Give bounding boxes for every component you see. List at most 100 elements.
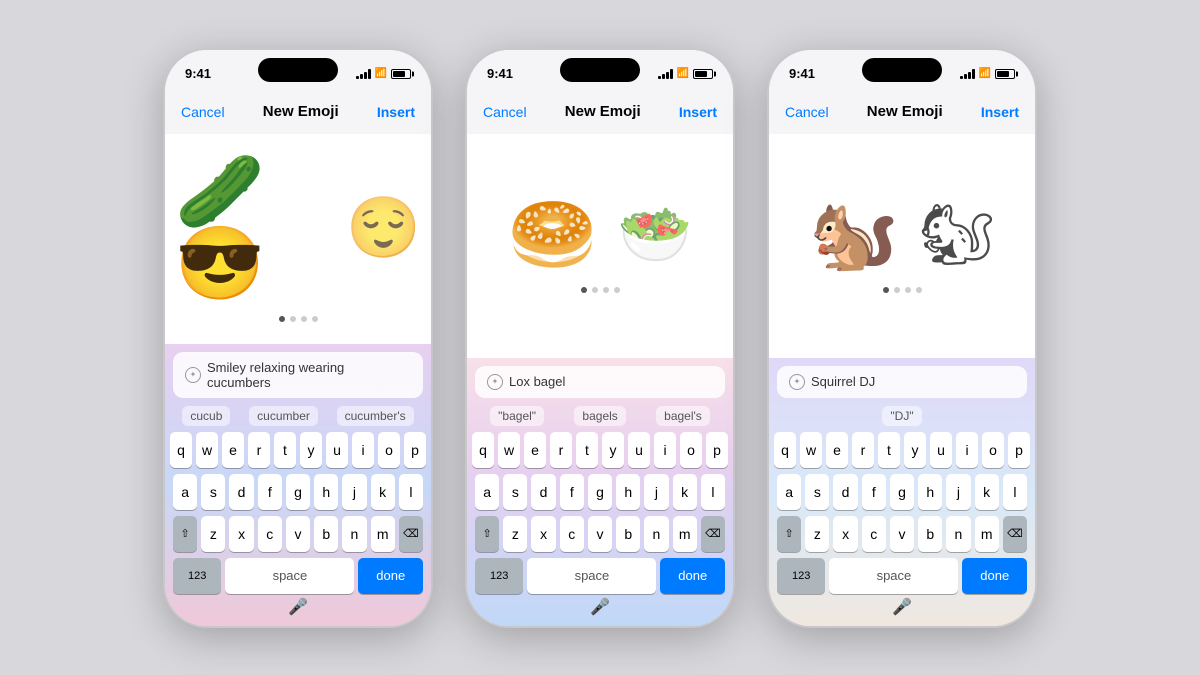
key2-c[interactable]: c (560, 516, 584, 552)
cancel-button-3[interactable]: Cancel (785, 104, 829, 120)
key2-y[interactable]: y (602, 432, 624, 468)
key2-f[interactable]: f (560, 474, 584, 510)
key3-n[interactable]: n (946, 516, 970, 552)
key-space[interactable]: space (225, 558, 354, 594)
key3-i[interactable]: i (956, 432, 978, 468)
key3-r[interactable]: r (852, 432, 874, 468)
key-a[interactable]: a (173, 474, 197, 510)
cancel-button-2[interactable]: Cancel (483, 104, 527, 120)
key2-s[interactable]: s (503, 474, 527, 510)
key2-n[interactable]: n (644, 516, 668, 552)
insert-button-1[interactable]: Insert (377, 104, 415, 120)
suggestion-2-2[interactable]: bagels (574, 406, 625, 426)
key3-g[interactable]: g (890, 474, 914, 510)
key3-k[interactable]: k (975, 474, 999, 510)
mic-icon-2[interactable]: 🎤 (590, 597, 610, 617)
key-j[interactable]: j (342, 474, 366, 510)
key3-c[interactable]: c (862, 516, 886, 552)
key2-v[interactable]: v (588, 516, 612, 552)
insert-button-3[interactable]: Insert (981, 104, 1019, 120)
key-p[interactable]: p (404, 432, 426, 468)
key3-a[interactable]: a (777, 474, 801, 510)
key-delete[interactable]: ⌫ (399, 516, 423, 552)
key2-w[interactable]: w (498, 432, 520, 468)
key3-b[interactable]: b (918, 516, 942, 552)
key3-j[interactable]: j (946, 474, 970, 510)
suggestion-1-3[interactable]: cucumber's (337, 406, 414, 426)
key2-l[interactable]: l (701, 474, 725, 510)
key-n[interactable]: n (342, 516, 366, 552)
key-i[interactable]: i (352, 432, 374, 468)
key3-u[interactable]: u (930, 432, 952, 468)
key2-delete[interactable]: ⌫ (701, 516, 725, 552)
key3-f[interactable]: f (862, 474, 886, 510)
key2-p[interactable]: p (706, 432, 728, 468)
key3-e[interactable]: e (826, 432, 848, 468)
key2-b[interactable]: b (616, 516, 640, 552)
key3-space[interactable]: space (829, 558, 958, 594)
key2-d[interactable]: d (531, 474, 555, 510)
search-bar-3[interactable]: ✦ Squirrel DJ (777, 366, 1027, 398)
key-b[interactable]: b (314, 516, 338, 552)
key2-h[interactable]: h (616, 474, 640, 510)
key-x[interactable]: x (229, 516, 253, 552)
key-f[interactable]: f (258, 474, 282, 510)
key-num[interactable]: 123 (173, 558, 221, 594)
key3-o[interactable]: o (982, 432, 1004, 468)
key3-z[interactable]: z (805, 516, 829, 552)
key-c[interactable]: c (258, 516, 282, 552)
key3-t[interactable]: t (878, 432, 900, 468)
key3-q[interactable]: q (774, 432, 796, 468)
key-e[interactable]: e (222, 432, 244, 468)
key-g[interactable]: g (286, 474, 310, 510)
key3-l[interactable]: l (1003, 474, 1027, 510)
key-s[interactable]: s (201, 474, 225, 510)
key2-shift[interactable]: ⇧ (475, 516, 499, 552)
insert-button-2[interactable]: Insert (679, 104, 717, 120)
suggestion-3-1[interactable]: "DJ" (882, 406, 921, 426)
key-shift[interactable]: ⇧ (173, 516, 197, 552)
key-k[interactable]: k (371, 474, 395, 510)
key-h[interactable]: h (314, 474, 338, 510)
key2-a[interactable]: a (475, 474, 499, 510)
key3-s[interactable]: s (805, 474, 829, 510)
key3-shift[interactable]: ⇧ (777, 516, 801, 552)
key-y[interactable]: y (300, 432, 322, 468)
key-v[interactable]: v (286, 516, 310, 552)
key3-x[interactable]: x (833, 516, 857, 552)
key-m[interactable]: m (371, 516, 395, 552)
key2-space[interactable]: space (527, 558, 656, 594)
key2-q[interactable]: q (472, 432, 494, 468)
mic-icon-3[interactable]: 🎤 (892, 597, 912, 617)
key-o[interactable]: o (378, 432, 400, 468)
key-done[interactable]: done (358, 558, 423, 594)
key-t[interactable]: t (274, 432, 296, 468)
key-l[interactable]: l (399, 474, 423, 510)
key2-done[interactable]: done (660, 558, 725, 594)
suggestion-1-1[interactable]: cucub (182, 406, 230, 426)
key3-p[interactable]: p (1008, 432, 1030, 468)
key2-m[interactable]: m (673, 516, 697, 552)
key2-x[interactable]: x (531, 516, 555, 552)
key2-k[interactable]: k (673, 474, 697, 510)
key2-j[interactable]: j (644, 474, 668, 510)
key2-num[interactable]: 123 (475, 558, 523, 594)
key3-delete[interactable]: ⌫ (1003, 516, 1027, 552)
key3-v[interactable]: v (890, 516, 914, 552)
key3-y[interactable]: y (904, 432, 926, 468)
key2-r[interactable]: r (550, 432, 572, 468)
key-r[interactable]: r (248, 432, 270, 468)
key3-w[interactable]: w (800, 432, 822, 468)
key3-d[interactable]: d (833, 474, 857, 510)
key3-num[interactable]: 123 (777, 558, 825, 594)
key2-o[interactable]: o (680, 432, 702, 468)
search-bar-2[interactable]: ✦ Lox bagel (475, 366, 725, 398)
search-bar-1[interactable]: ✦ Smiley relaxing wearing cucumbers (173, 352, 423, 398)
suggestion-2-3[interactable]: bagel's (656, 406, 710, 426)
key-q[interactable]: q (170, 432, 192, 468)
key2-e[interactable]: e (524, 432, 546, 468)
suggestion-2-1[interactable]: "bagel" (490, 406, 544, 426)
key3-done[interactable]: done (962, 558, 1027, 594)
key-w[interactable]: w (196, 432, 218, 468)
key2-t[interactable]: t (576, 432, 598, 468)
